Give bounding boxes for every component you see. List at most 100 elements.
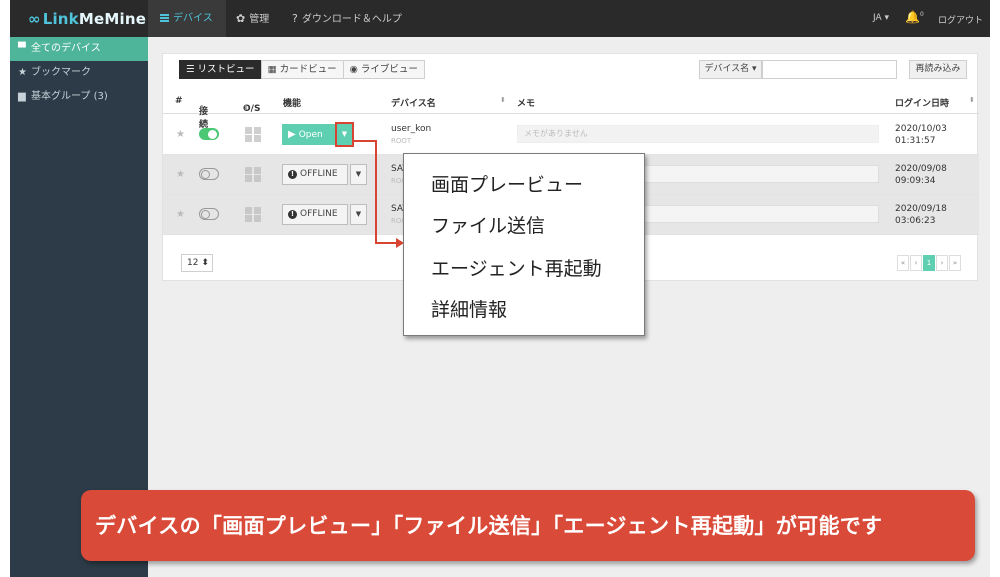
sidebar-item-label: 全てのデバイス: [31, 43, 101, 54]
reload-button[interactable]: 再読み込み: [909, 60, 967, 79]
connection-toggle[interactable]: [199, 208, 219, 220]
col-header-name[interactable]: デバイス名: [391, 96, 436, 109]
pagination: « ‹ 1 › »: [896, 255, 961, 271]
table-row: ★ ▶ Open ▼ user_kon ROOT メモがありません 2020/10…: [163, 115, 979, 155]
pagination-last[interactable]: »: [949, 255, 961, 271]
monitor-icon: ▀: [18, 43, 26, 54]
sort-field-select[interactable]: デバイス名 ▾: [699, 60, 762, 79]
play-icon: ▶: [288, 129, 296, 140]
list-view-label: リストビュー: [197, 64, 255, 75]
nav-admin-label: 管理: [249, 14, 270, 25]
login-time: 09:09:34: [895, 176, 936, 186]
connection-toggle[interactable]: [199, 168, 219, 180]
bookmark-star-icon[interactable]: ★: [176, 209, 185, 220]
view-switcher: ☰ リストビュー ▦ カードビュー ◉ ライブビュー: [179, 60, 425, 79]
windows-icon: [245, 207, 261, 222]
search-input[interactable]: [762, 60, 897, 79]
pagination-page-current[interactable]: 1: [923, 255, 935, 271]
sort-icon[interactable]: ⬍: [969, 96, 975, 104]
menu-item-agent-restart[interactable]: エージェント再起動: [431, 254, 602, 281]
windows-icon: [245, 127, 261, 142]
notification-bell[interactable]: 🔔0: [905, 10, 924, 24]
offline-button-label: OFFLINE: [300, 169, 338, 179]
pagination-first[interactable]: «: [897, 255, 909, 271]
sidebar-item-all-devices[interactable]: ▀ 全てのデバイス: [10, 37, 148, 61]
offline-button[interactable]: ! OFFLINE: [282, 204, 348, 225]
nav-admin-tab[interactable]: ✿ 管理: [236, 0, 269, 37]
eye-icon: ◉: [349, 64, 361, 75]
col-header-func: 機能: [283, 99, 302, 109]
sidebar-item-bookmark[interactable]: ★ ブックマーク: [10, 61, 148, 85]
card-view-label: カードビュー: [279, 64, 337, 75]
function-menu-toggle[interactable]: ▼: [350, 164, 367, 185]
bookmark-star-icon[interactable]: ★: [176, 129, 185, 140]
login-date: 2020/09/08: [895, 164, 947, 174]
offline-button[interactable]: ! OFFLINE: [282, 164, 348, 185]
caret-down-icon: ▼: [355, 210, 362, 218]
sidebar-item-basic-group[interactable]: ▆ 基本グループ (3): [10, 85, 148, 109]
sort-icon: ⬍: [199, 104, 205, 112]
login-time: 01:31:57: [895, 136, 936, 146]
device-group: ROOT: [391, 137, 412, 145]
sort-icon[interactable]: ⬍: [500, 96, 506, 104]
infinity-logo-icon: ∞: [28, 10, 41, 28]
pagination-prev[interactable]: ‹: [910, 255, 922, 271]
list-icon: ☰: [186, 64, 198, 75]
language-dropdown[interactable]: JA ▾: [873, 13, 889, 23]
menu-item-file-transfer[interactable]: ファイル送信: [431, 211, 545, 238]
folder-icon: ▆: [18, 91, 26, 102]
live-view-label: ライブビュー: [360, 64, 418, 75]
alert-icon: !: [288, 210, 297, 219]
logo-text-link: Link: [42, 10, 79, 28]
callout-arrow-segment: [375, 140, 377, 244]
banner-text: デバイスの「画面プレビュー」「ファイル送信」「エージェント再起動」が可能です: [95, 514, 883, 538]
function-context-menu: 画面プレービュー ファイル送信 エージェント再起動 詳細情報: [403, 153, 645, 336]
help-circle-icon: ?: [292, 12, 298, 25]
notification-count: 0: [919, 11, 924, 18]
alert-icon: !: [288, 170, 297, 179]
caret-down-icon: ▼: [355, 170, 362, 178]
logo-text-brand: MeMine: [78, 10, 147, 28]
col-header-memo: メモ: [517, 99, 536, 109]
star-icon: ★: [18, 67, 27, 78]
nav-devices-tab[interactable]: デバイス: [148, 0, 226, 37]
app-logo[interactable]: ∞ LinkMeMine: [28, 10, 146, 28]
function-menu-toggle[interactable]: ▼: [350, 204, 367, 225]
device-name[interactable]: user_kon: [391, 124, 431, 134]
list-icon: [160, 14, 169, 22]
grid-icon: ▦: [267, 64, 280, 75]
col-header-login[interactable]: ログイン日時: [895, 96, 949, 109]
login-datetime: 2020/10/03 01:31:57: [895, 123, 947, 147]
open-button-label: Open: [298, 130, 323, 140]
app-window: ∞ LinkMeMine デバイス ✿ 管理 ? ダウンロード＆ヘルプ JA ▾ 🔔0…: [10, 0, 990, 577]
logout-link[interactable]: ログアウト: [938, 13, 983, 26]
nav-help-label: ダウンロード＆ヘルプ: [301, 14, 402, 25]
caret-down-icon: ▼: [341, 130, 348, 138]
menu-item-screen-preview[interactable]: 画面プレービュー: [431, 170, 583, 197]
callout-arrow-segment: [352, 140, 377, 142]
bookmark-star-icon[interactable]: ★: [176, 169, 185, 180]
card-view-button[interactable]: ▦ カードビュー: [260, 60, 344, 79]
offline-button-label: OFFLINE: [300, 209, 338, 219]
memo-field[interactable]: メモがありません: [517, 125, 879, 143]
connection-toggle[interactable]: [199, 128, 219, 140]
open-button[interactable]: ▶ Open: [282, 124, 335, 145]
per-page-select[interactable]: 12 ⬍: [181, 254, 213, 272]
pagination-next[interactable]: ›: [936, 255, 948, 271]
function-menu-toggle[interactable]: ▼: [335, 122, 354, 147]
nav-devices-label: デバイス: [173, 13, 213, 24]
feature-banner: デバイスの「画面プレビュー」「ファイル送信」「エージェント再起動」が可能です: [81, 490, 975, 561]
live-view-button[interactable]: ◉ ライブビュー: [342, 60, 425, 79]
login-datetime: 2020/09/18 03:06:23: [895, 203, 947, 227]
top-navbar: ∞ LinkMeMine デバイス ✿ 管理 ? ダウンロード＆ヘルプ JA ▾ 🔔0…: [10, 0, 990, 37]
bell-icon: 🔔: [905, 10, 920, 24]
login-date: 2020/10/03: [895, 124, 947, 134]
menu-item-details[interactable]: 詳細情報: [431, 295, 507, 322]
nav-help-tab[interactable]: ? ダウンロード＆ヘルプ: [292, 0, 402, 37]
list-view-button[interactable]: ☰ リストビュー: [179, 60, 262, 79]
sort-icon: ⬍: [243, 104, 249, 112]
table-header: # 接続 ⬍ O/S ⬍ 機能 デバイス名 ⬍ メモ ログイン日時 ⬍: [163, 88, 979, 130]
login-time: 03:06:23: [895, 216, 936, 226]
sidebar-item-label: ブックマーク: [31, 67, 91, 78]
login-date: 2020/09/18: [895, 204, 947, 214]
